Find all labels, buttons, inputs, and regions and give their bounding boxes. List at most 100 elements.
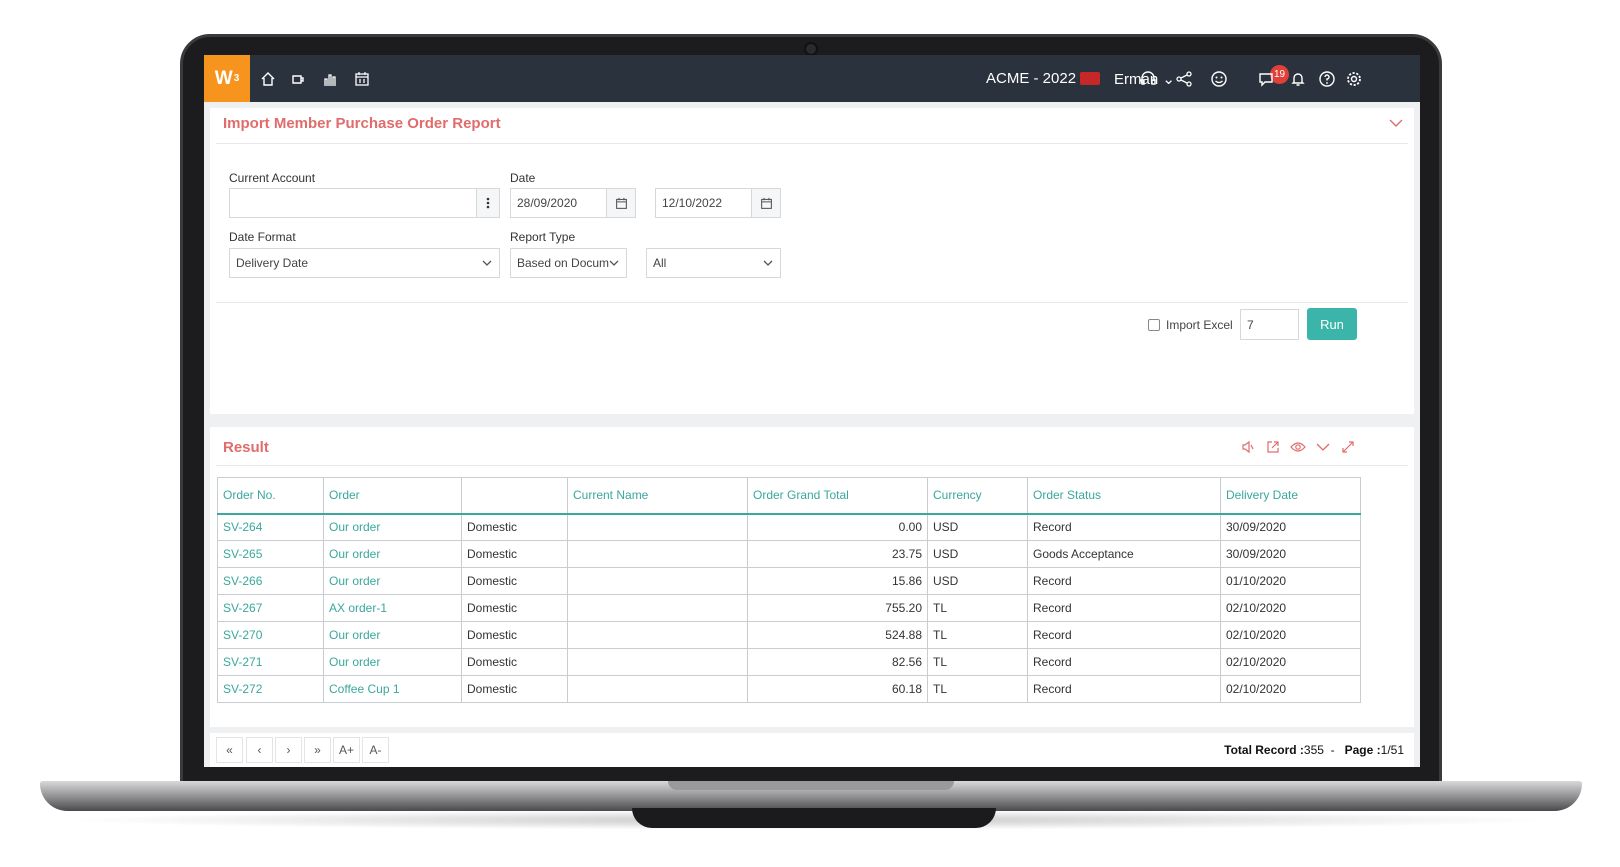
- table-row[interactable]: SV-272 Coffee Cup 1 Domestic 60.18 TL Re…: [217, 675, 1361, 703]
- order-cell[interactable]: Coffee Cup 1: [323, 675, 462, 703]
- page-value: 1/51: [1380, 743, 1404, 757]
- page-size-input[interactable]: 7: [1240, 309, 1299, 340]
- eye-icon[interactable]: [1290, 439, 1306, 455]
- type-cell: Domestic: [461, 648, 568, 676]
- checkbox[interactable]: [1148, 319, 1160, 331]
- table-row[interactable]: SV-271 Our order Domestic 82.56 TL Recor…: [217, 648, 1361, 676]
- table-row[interactable]: SV-264 Our order Domestic 0.00 USD Recor…: [217, 513, 1361, 541]
- current-name-cell: [567, 648, 748, 676]
- status-cell: Goods Acceptance: [1027, 540, 1221, 568]
- currency-cell: USD: [927, 513, 1028, 541]
- column-header-current-name[interactable]: Current Name: [567, 477, 748, 515]
- run-button[interactable]: Run: [1307, 308, 1357, 340]
- current-name-cell: [567, 675, 748, 703]
- total-record-label: Total Record :: [1224, 743, 1304, 757]
- calendar-icon[interactable]: [606, 188, 636, 218]
- delivery-date-cell: 30/09/2020: [1220, 513, 1361, 541]
- order-cell[interactable]: Our order: [323, 540, 462, 568]
- status-cell: Record: [1027, 621, 1221, 649]
- date-from-input[interactable]: 28/09/2020: [510, 188, 636, 218]
- current-account-input[interactable]: [229, 188, 477, 218]
- date-to-input[interactable]: 12/10/2022: [655, 188, 781, 218]
- result-title: Result: [223, 439, 269, 456]
- share-icon[interactable]: [1174, 69, 1194, 89]
- company-selector[interactable]: ACME - 2022: [986, 70, 1076, 87]
- order-no-cell[interactable]: SV-267: [217, 594, 324, 622]
- table-row[interactable]: SV-265 Our order Domestic 23.75 USD Good…: [217, 540, 1361, 568]
- total-record-info: Total Record :355 - Page :1/51: [1224, 743, 1404, 757]
- type-cell: Domestic: [461, 594, 568, 622]
- last-page-button[interactable]: »: [304, 737, 331, 763]
- export-icon[interactable]: [1265, 439, 1281, 455]
- next-page-button[interactable]: ›: [275, 737, 302, 763]
- calendar-icon[interactable]: [352, 69, 372, 89]
- coffee-icon[interactable]: [288, 69, 308, 89]
- column-header-order[interactable]: Order: [323, 477, 462, 515]
- report-type-select[interactable]: Based on Docum: [510, 248, 627, 278]
- font-increase-button[interactable]: A+: [333, 737, 360, 763]
- delivery-date-cell: 02/10/2020: [1220, 621, 1361, 649]
- column-header-type[interactable]: [461, 477, 568, 515]
- status-cell: Record: [1027, 567, 1221, 595]
- expand-icon[interactable]: [1340, 439, 1356, 455]
- chevron-down-icon: [609, 260, 619, 266]
- order-no-cell[interactable]: SV-272: [217, 675, 324, 703]
- table-row[interactable]: SV-270 Our order Domestic 524.88 TL Reco…: [217, 621, 1361, 649]
- order-no-cell[interactable]: SV-265: [217, 540, 324, 568]
- headset-icon[interactable]: [1138, 69, 1158, 89]
- first-page-button[interactable]: «: [216, 737, 243, 763]
- column-header-order-grand-total[interactable]: Order Grand Total: [747, 477, 928, 515]
- speaker-icon[interactable]: [1240, 439, 1256, 455]
- column-header-delivery-date[interactable]: Delivery Date: [1220, 477, 1361, 515]
- bell-icon[interactable]: [1288, 69, 1308, 89]
- home-icon[interactable]: [258, 69, 278, 89]
- order-no-cell[interactable]: SV-271: [217, 648, 324, 676]
- prev-page-button[interactable]: ‹: [246, 737, 273, 763]
- column-header-order-no[interactable]: Order No.: [217, 477, 324, 515]
- page-title: Import Member Purchase Order Report: [223, 115, 501, 132]
- order-no-cell[interactable]: SV-266: [217, 567, 324, 595]
- order-cell[interactable]: Our order: [323, 621, 462, 649]
- gear-icon[interactable]: [1344, 69, 1364, 89]
- result-table: Order No. Order Current Name Order Grand…: [217, 477, 1361, 703]
- kebab-menu-icon[interactable]: [476, 188, 500, 218]
- date-format-label: Date Format: [229, 230, 296, 244]
- order-cell[interactable]: Our order: [323, 513, 462, 541]
- date-format-value: Delivery Date: [236, 256, 309, 270]
- chart-icon[interactable]: [320, 69, 340, 89]
- help-icon[interactable]: [1317, 69, 1337, 89]
- column-header-currency[interactable]: Currency: [927, 477, 1028, 515]
- import-excel-label: Import Excel: [1166, 318, 1233, 332]
- order-no-cell[interactable]: SV-264: [217, 513, 324, 541]
- order-cell[interactable]: AX order-1: [323, 594, 462, 622]
- table-row[interactable]: SV-267 AX order-1 Domestic 755.20 TL Rec…: [217, 594, 1361, 622]
- type-cell: Domestic: [461, 540, 568, 568]
- report-scope-select[interactable]: All: [646, 248, 781, 278]
- type-cell: Domestic: [461, 513, 568, 541]
- current-account-label: Current Account: [229, 171, 316, 185]
- order-cell[interactable]: Our order: [323, 567, 462, 595]
- smiley-icon[interactable]: [1209, 69, 1229, 89]
- collapse-chevron-icon[interactable]: [1388, 116, 1404, 134]
- order-cell[interactable]: Our order: [323, 648, 462, 676]
- grand-total-cell: 23.75: [747, 540, 928, 568]
- font-decrease-button[interactable]: A-: [362, 737, 389, 763]
- grand-total-cell: 755.20: [747, 594, 928, 622]
- delivery-date-cell: 02/10/2020: [1220, 648, 1361, 676]
- table-row[interactable]: SV-266 Our order Domestic 15.86 USD Reco…: [217, 567, 1361, 595]
- chevron-down-icon[interactable]: [1315, 439, 1331, 455]
- import-excel-checkbox[interactable]: Import Excel: [1148, 318, 1233, 332]
- column-header-order-status[interactable]: Order Status: [1027, 477, 1221, 515]
- chat-icon[interactable]: [1256, 69, 1276, 89]
- currency-cell: TL: [927, 594, 1028, 622]
- grand-total-cell: 60.18: [747, 675, 928, 703]
- current-name-cell: [567, 594, 748, 622]
- table-header-row: Order No. Order Current Name Order Grand…: [217, 477, 1361, 515]
- date-label: Date: [510, 171, 536, 185]
- calendar-icon[interactable]: [751, 188, 781, 218]
- app-logo[interactable]: W3: [204, 55, 250, 102]
- chevron-down-icon: [763, 260, 773, 266]
- date-format-select[interactable]: Delivery Date: [229, 248, 500, 278]
- order-no-cell[interactable]: SV-270: [217, 621, 324, 649]
- report-type-label: Report Type: [510, 230, 576, 244]
